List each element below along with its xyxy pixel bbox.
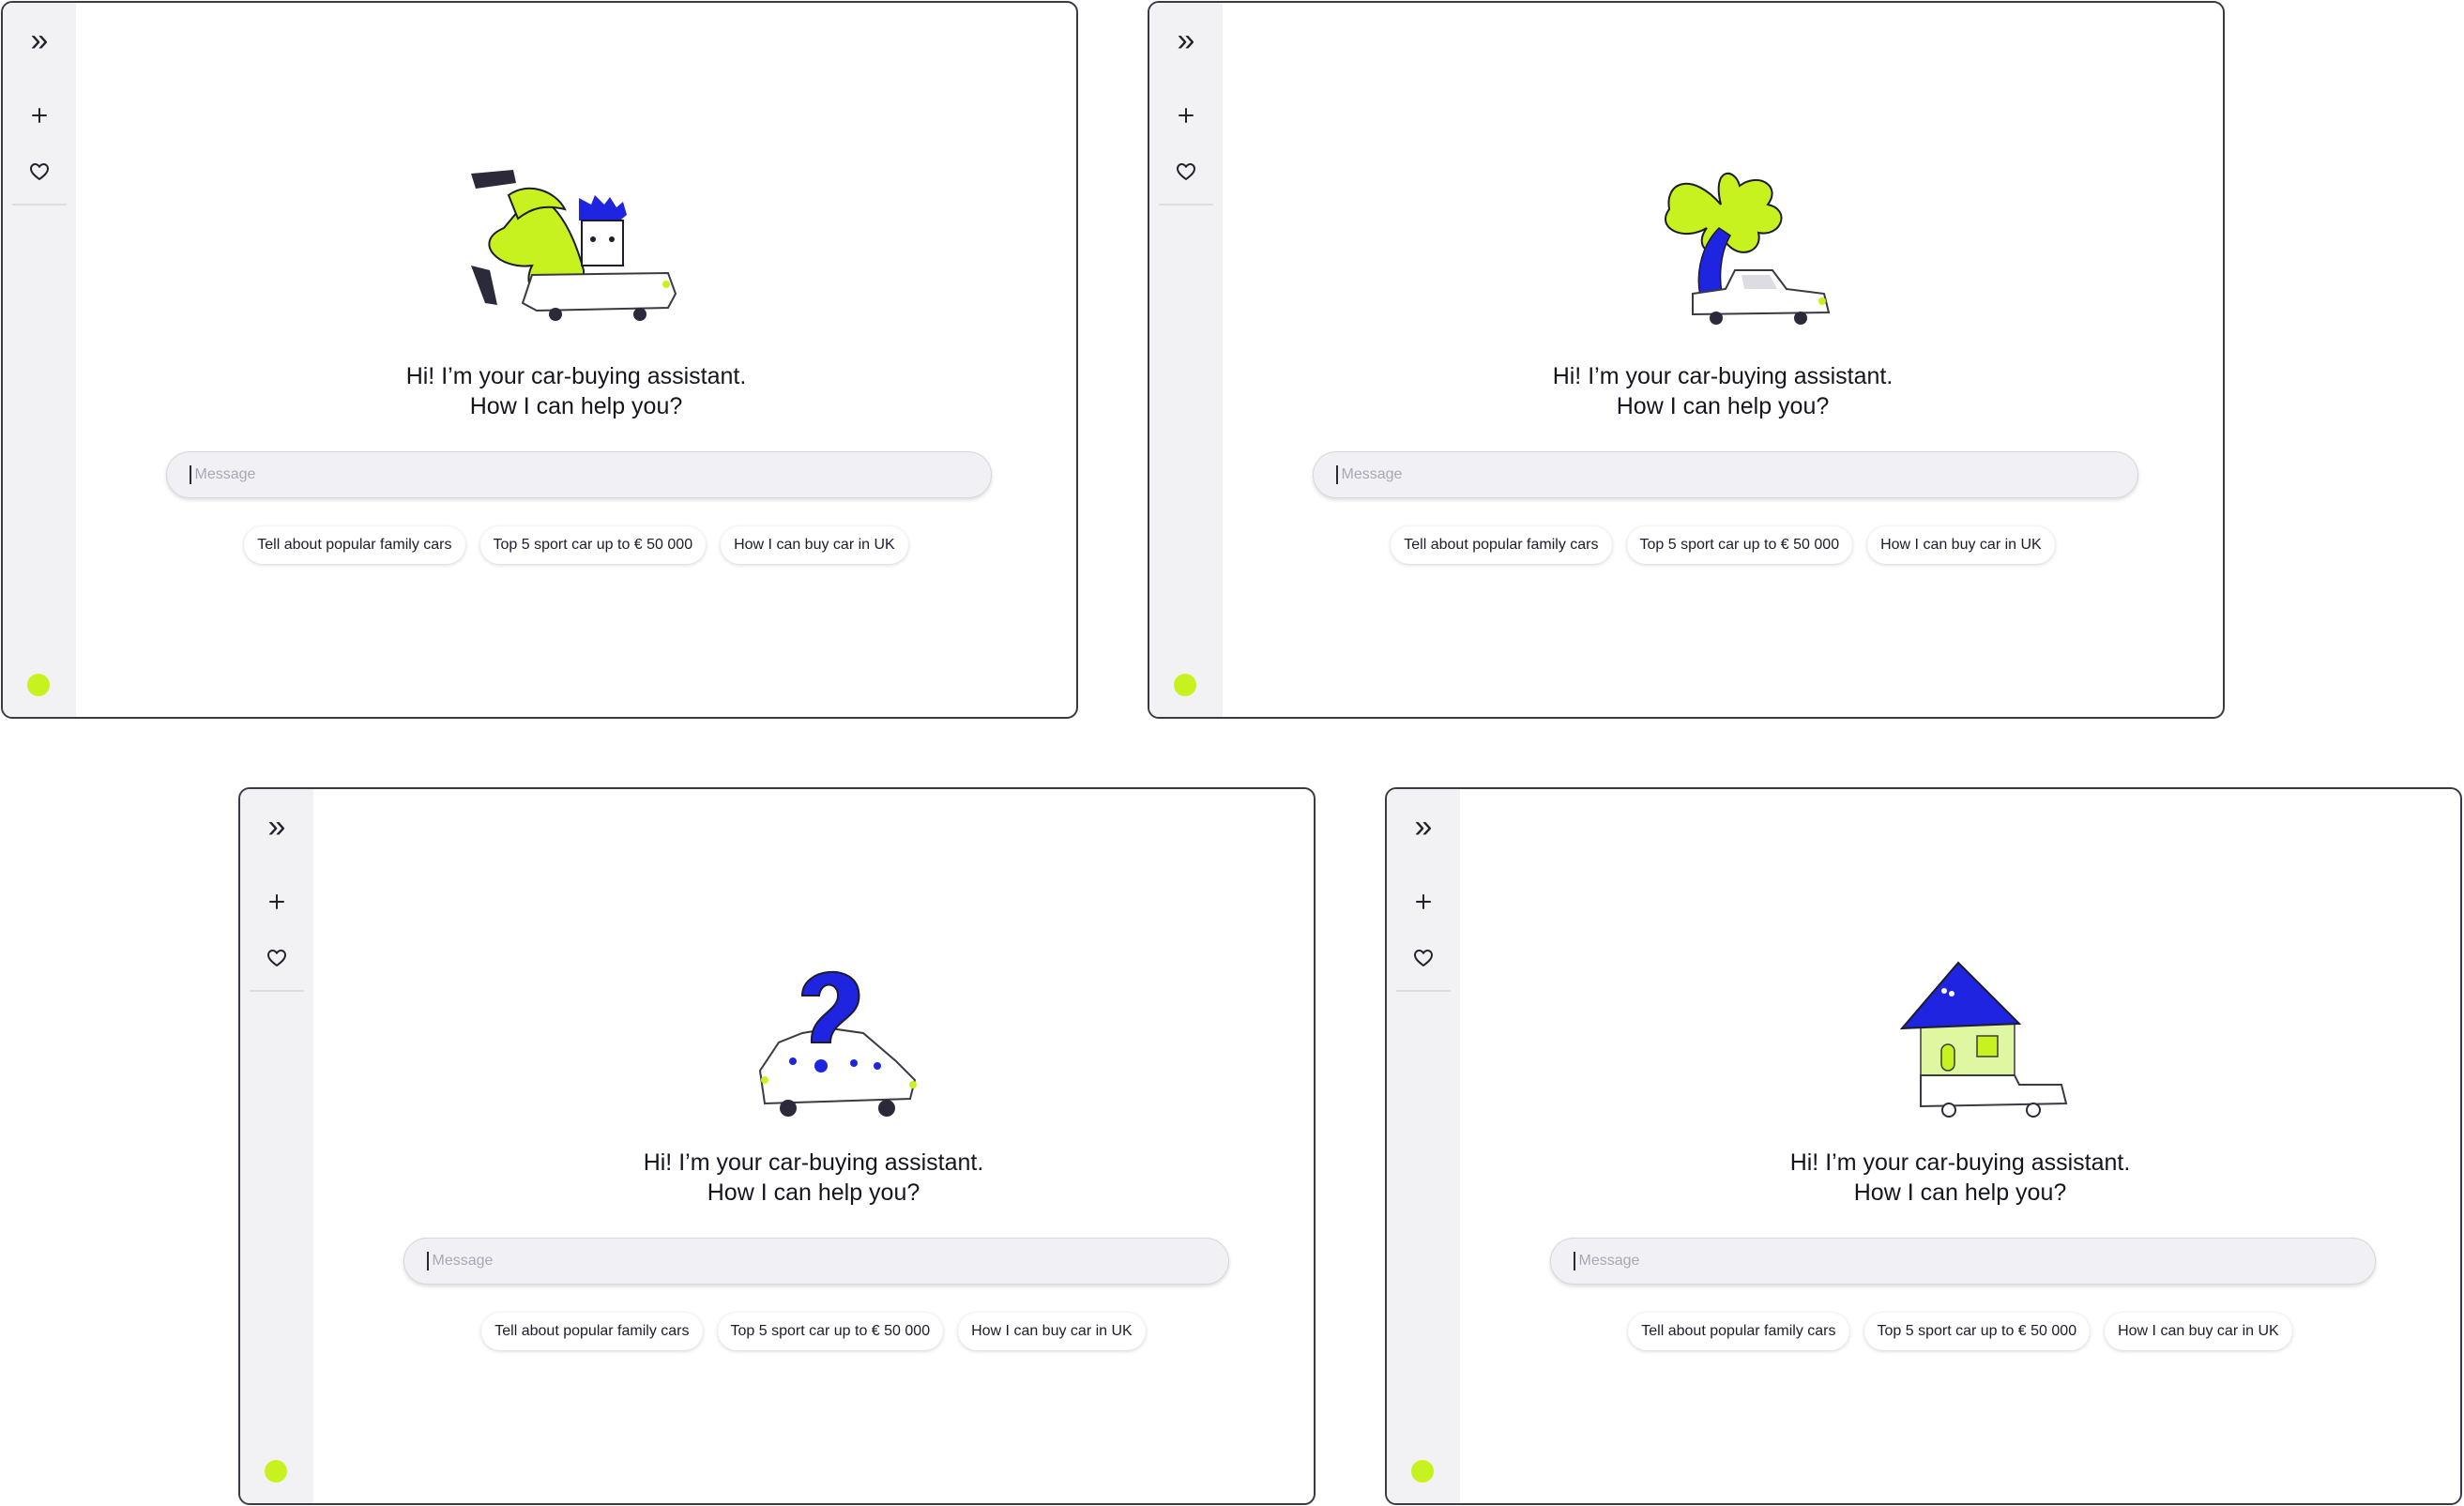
greeting-line-2: How I can help you?	[1616, 393, 1830, 419]
favorites-button[interactable]	[1163, 151, 1209, 192]
suggestion-chip-family-cars[interactable]: Tell about popular family cars	[1391, 526, 1612, 564]
suggestions: Tell about popular family cars Top 5 spo…	[1223, 526, 2223, 564]
favorites-button[interactable]	[253, 937, 300, 979]
message-input[interactable]	[1339, 455, 2137, 494]
double-chevron-right-icon: »	[1414, 809, 1433, 844]
sidebar-divider	[12, 204, 67, 205]
double-chevron-right-icon: »	[30, 23, 49, 58]
suggestions: Tell about popular family cars Top 5 spo…	[76, 526, 1076, 564]
car-under-palm-tree-illustration	[1599, 153, 1843, 341]
expand-sidebar-button[interactable]: »	[1163, 20, 1209, 61]
new-chat-button[interactable]	[1400, 881, 1447, 922]
plus-icon	[269, 894, 284, 909]
suggestion-chip-sport-cars[interactable]: Top 5 sport car up to € 50 000	[479, 526, 707, 564]
suggestion-chip-family-cars[interactable]: Tell about popular family cars	[1628, 1313, 1849, 1350]
heart-icon	[1414, 950, 1433, 966]
text-caret	[190, 465, 191, 484]
greeting-line-1: Hi! I’m your car-buying assistant.	[1789, 1149, 2131, 1176]
message-field[interactable]	[1550, 1238, 2376, 1285]
greeting-line-1: Hi! I’m your car-buying assistant.	[405, 363, 747, 389]
suggestion-chip-buy-uk[interactable]: How I can buy car in UK	[1867, 526, 2055, 564]
greeting-line-2: How I can help you?	[707, 1179, 920, 1206]
greeting-line-2: How I can help you?	[469, 393, 683, 419]
suggestion-chip-buy-uk[interactable]: How I can buy car in UK	[2105, 1313, 2292, 1350]
suggestion-chip-buy-uk[interactable]: How I can buy car in UK	[721, 526, 908, 564]
message-field[interactable]	[1313, 451, 2138, 498]
assistant-screen-4: » Hi! I’m your car-buying assistant. How	[1385, 787, 2462, 1505]
new-chat-button[interactable]	[253, 881, 300, 922]
car-with-question-mark-illustration	[690, 939, 934, 1127]
suggestion-chip-sport-cars[interactable]: Top 5 sport car up to € 50 000	[1626, 526, 1853, 564]
sidebar: »	[1387, 789, 1460, 1503]
sidebar: »	[3, 3, 76, 717]
double-chevron-right-icon: »	[1177, 23, 1195, 58]
sidebar-divider	[1396, 990, 1451, 992]
sidebar: »	[240, 789, 313, 1503]
assistant-screen-3: » Hi! I’m your car-buying assistant. How…	[238, 787, 1316, 1505]
assistant-screen-1: » Hi! I’m your car-buying assistant. How…	[1, 1, 1078, 719]
suggestion-chip-family-cars[interactable]: Tell about popular family cars	[244, 526, 465, 564]
message-input[interactable]	[430, 1241, 1228, 1281]
expand-sidebar-button[interactable]: »	[253, 806, 300, 847]
new-chat-button[interactable]	[1163, 95, 1209, 136]
heart-icon	[30, 163, 49, 180]
car-house-illustration	[1836, 939, 2080, 1127]
suggestions: Tell about popular family cars Top 5 spo…	[313, 1313, 1314, 1350]
suggestion-chip-sport-cars[interactable]: Top 5 sport car up to € 50 000	[1863, 1313, 2091, 1350]
assistant-screen-2: » Hi! I’m your car-buying assistant. How…	[1148, 1, 2225, 719]
suggestions: Tell about popular family cars Top 5 spo…	[1460, 1313, 2460, 1350]
avatar[interactable]	[1411, 1460, 1434, 1483]
sidebar-divider	[1159, 204, 1213, 205]
sidebar: »	[1149, 3, 1223, 717]
plus-icon	[32, 108, 47, 123]
message-field[interactable]	[166, 451, 992, 498]
suggestion-chip-sport-cars[interactable]: Top 5 sport car up to € 50 000	[717, 1313, 944, 1350]
expand-sidebar-button[interactable]: »	[16, 20, 63, 61]
heart-icon	[1177, 163, 1195, 180]
car-with-person-and-plant-illustration	[452, 153, 696, 341]
expand-sidebar-button[interactable]: »	[1400, 806, 1447, 847]
heart-icon	[267, 950, 286, 966]
sidebar-divider	[250, 990, 304, 992]
plus-icon	[1416, 894, 1431, 909]
new-chat-button[interactable]	[16, 95, 63, 136]
favorites-button[interactable]	[1400, 937, 1447, 979]
greeting-line-1: Hi! I’m your car-buying assistant.	[1552, 363, 1894, 389]
text-caret	[1574, 1252, 1575, 1270]
avatar[interactable]	[1174, 674, 1196, 696]
message-field[interactable]	[403, 1238, 1229, 1285]
greeting-line-1: Hi! I’m your car-buying assistant.	[643, 1149, 984, 1176]
text-caret	[1336, 465, 1338, 484]
plus-icon	[1179, 108, 1194, 123]
message-input[interactable]	[192, 455, 991, 494]
message-input[interactable]	[1576, 1241, 2375, 1281]
text-caret	[427, 1252, 429, 1270]
avatar[interactable]	[27, 674, 50, 696]
double-chevron-right-icon: »	[267, 809, 286, 844]
suggestion-chip-family-cars[interactable]: Tell about popular family cars	[481, 1313, 703, 1350]
suggestion-chip-buy-uk[interactable]: How I can buy car in UK	[958, 1313, 1146, 1350]
avatar[interactable]	[265, 1460, 287, 1483]
greeting-line-2: How I can help you?	[1853, 1179, 2067, 1206]
favorites-button[interactable]	[16, 151, 63, 192]
